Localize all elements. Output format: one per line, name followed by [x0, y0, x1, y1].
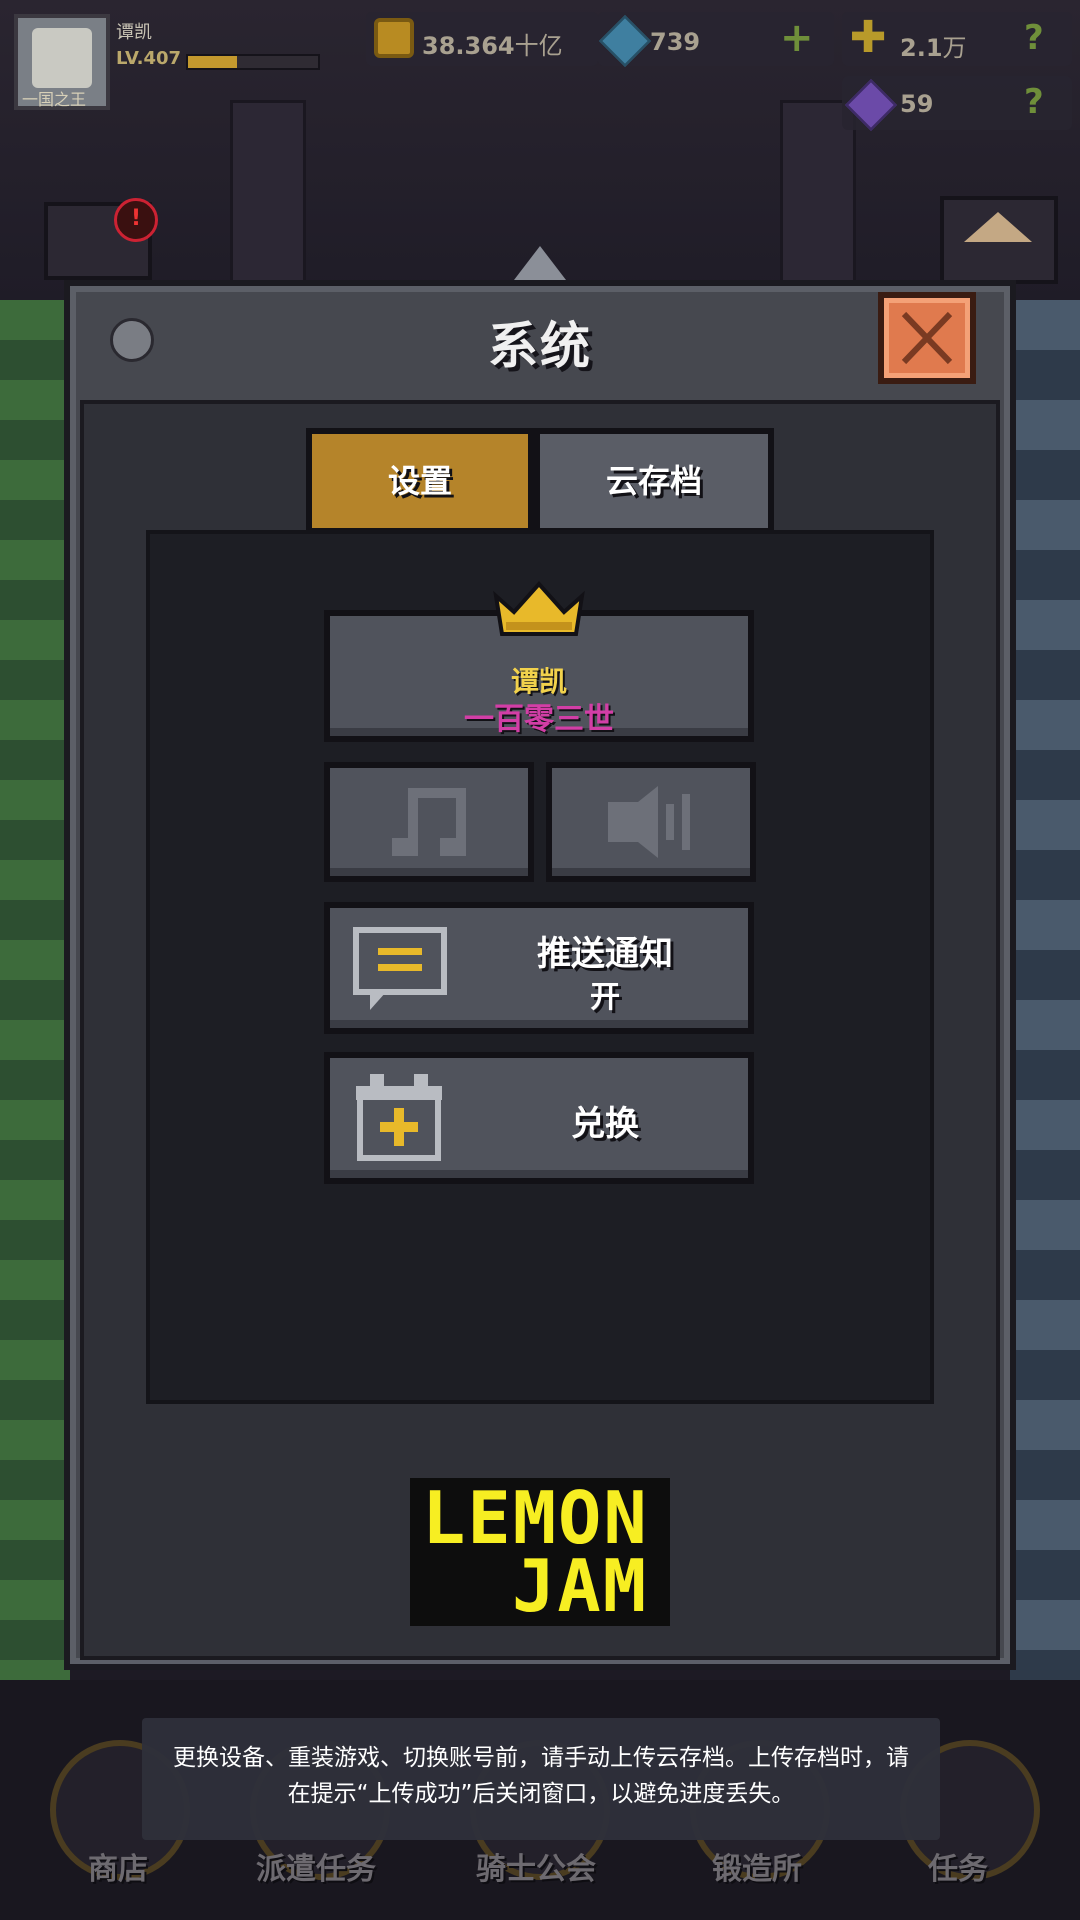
push-notification-button[interactable]: 推送通知 开: [324, 902, 754, 1034]
sound-toggle-button[interactable]: [546, 762, 756, 882]
nav-shop[interactable]: 商店: [88, 1844, 148, 1888]
xp-bar: [186, 54, 320, 70]
cross-unit: 万: [942, 34, 967, 62]
push-notification-label: 推送通知: [537, 934, 673, 974]
profile-generation: 一百零三世: [464, 702, 614, 737]
gold-coin-icon: [374, 18, 414, 58]
redeem-button[interactable]: 兑换: [324, 1052, 754, 1184]
music-toggle-button[interactable]: [324, 762, 534, 882]
tab-settings[interactable]: 设置: [306, 428, 534, 534]
left-scenery: [0, 300, 70, 1700]
avatar-portrait: [32, 28, 92, 88]
player-name: 谭凯: [116, 22, 152, 43]
tab-cloud-save[interactable]: 云存档: [534, 428, 774, 534]
castle-pillar: [230, 100, 306, 306]
help-icon[interactable]: ?: [1024, 82, 1044, 122]
castle-pillar: [780, 100, 856, 306]
right-scenery: [1010, 300, 1080, 1700]
house-icon: [964, 212, 1032, 242]
home-button[interactable]: [940, 196, 1058, 284]
music-note-icon: [392, 788, 466, 856]
cloud-save-notice: 更换设备、重装游戏、切换账号前，请手动上传云存档。上传存档时，请在提示“上传成功…: [142, 1718, 940, 1840]
alert-badge: !: [114, 198, 158, 242]
player-level: LV.407: [116, 48, 182, 69]
redeem-label: 兑换: [571, 1104, 639, 1144]
cross-amount: 2.1万: [900, 28, 967, 63]
notice-text: 更换设备、重装游戏、切换账号前，请手动上传云存档。上传存档时，请在提示“上传成功…: [173, 1745, 909, 1807]
nav-dispatch[interactable]: 派遣任务: [256, 1844, 376, 1888]
close-button[interactable]: [878, 292, 976, 384]
gold-value: 38.364: [422, 32, 515, 60]
close-icon: [901, 311, 953, 365]
logo-line-2: JAM: [512, 1544, 649, 1628]
lemon-jam-logo: LEMON JAM: [410, 1478, 670, 1626]
nav-quests[interactable]: 任务: [928, 1844, 988, 1888]
speaker-icon: [608, 786, 690, 858]
crystal-amount: 59: [900, 90, 934, 118]
gem-amount: 739: [650, 28, 701, 56]
add-gems-icon[interactable]: +: [780, 18, 814, 58]
xp-bar-fill: [188, 56, 238, 68]
panel-ornament: [474, 238, 604, 298]
cross-currency-icon: ✚: [849, 12, 887, 63]
nav-knight-guild[interactable]: 骑士公会: [476, 1844, 596, 1888]
cross-value: 2.1: [900, 34, 943, 62]
push-notification-state: 开: [590, 980, 620, 1015]
crown-icon: [493, 580, 585, 636]
gift-icon: [356, 1074, 442, 1161]
help-icon[interactable]: ?: [1024, 18, 1044, 58]
gold-amount: 38.364十亿: [422, 26, 563, 61]
gold-unit: 十亿: [514, 32, 563, 60]
nav-forge[interactable]: 锻造所: [712, 1844, 802, 1888]
player-title: 一国之王: [22, 90, 87, 109]
chat-bubble-icon: [353, 927, 447, 1010]
